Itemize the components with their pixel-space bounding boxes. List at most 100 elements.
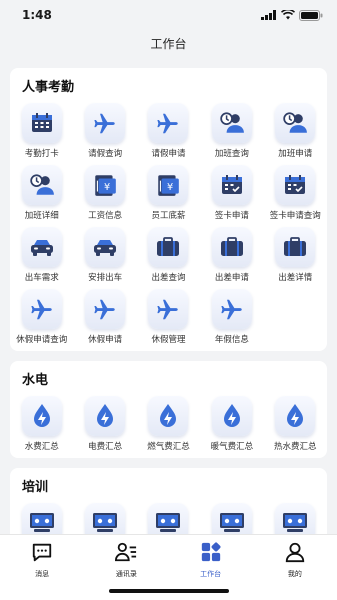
item-label: 安排出车 xyxy=(88,273,123,283)
tab-label: 工作台 xyxy=(200,570,222,578)
svg-text:¥: ¥ xyxy=(168,182,174,193)
workbench-item[interactable] xyxy=(200,503,263,534)
home-indicator xyxy=(108,589,229,593)
item-label: 出差申请 xyxy=(214,273,249,283)
workbench-item[interactable] xyxy=(10,503,73,534)
contacts-icon xyxy=(114,541,138,567)
workbench-item[interactable]: ¥ 工资信息 xyxy=(73,165,136,221)
workbench-item[interactable]: 年假信息 xyxy=(200,289,263,345)
item-label: 签卡申请查询 xyxy=(269,211,321,221)
workbench-item[interactable]: 燃气费汇总 xyxy=(137,396,200,452)
profile-icon xyxy=(284,541,306,567)
item-label: 休假管理 xyxy=(151,335,186,345)
drop-bolt-icon xyxy=(21,396,62,436)
workbench-item[interactable]: 加班查询 xyxy=(200,103,263,159)
calendar-check-icon xyxy=(275,165,316,205)
battery-icon xyxy=(299,9,323,21)
suitcase-icon xyxy=(275,227,316,267)
item-label: 考勤打卡 xyxy=(24,149,59,159)
workbench-item[interactable]: 出差查询 xyxy=(137,227,200,283)
tab-message[interactable]: 消息 xyxy=(0,541,84,600)
training-icon xyxy=(148,503,189,534)
car-icon xyxy=(85,227,126,267)
workbench-content[interactable]: 人事考勤 考勤打卡 请假查询 请假申请 加班查询 加班申请 加班详细 ¥ 工资信息 ¥ 员工底薪 签卡… xyxy=(0,62,337,534)
item-label: 加班详细 xyxy=(24,211,59,221)
drop-bolt-icon xyxy=(275,396,316,436)
section-card: 水电水费汇总 电费汇总 燃气费汇总 暖气费汇总 热水费汇总 xyxy=(10,361,327,458)
workbench-item[interactable]: 出差详情 xyxy=(264,227,327,283)
training-icon xyxy=(275,503,316,534)
plane-icon xyxy=(148,289,189,329)
workbench-item[interactable]: 出差申请 xyxy=(200,227,263,283)
workbench-item[interactable]: ¥ 员工底薪 xyxy=(137,165,200,221)
section-grid: 水费汇总 电费汇总 燃气费汇总 暖气费汇总 热水费汇总 xyxy=(10,396,327,452)
workbench-item[interactable]: 休假申请 xyxy=(73,289,136,345)
item-label: 请假查询 xyxy=(88,149,123,159)
workbench-item[interactable]: 请假查询 xyxy=(73,103,136,159)
item-label: 出差查询 xyxy=(151,273,186,283)
workbench-icon xyxy=(200,541,222,567)
workbench-item[interactable]: 考勤打卡 xyxy=(10,103,73,159)
tab-label: 消息 xyxy=(35,570,50,578)
suitcase-icon xyxy=(211,227,252,267)
tab-label: 我的 xyxy=(287,570,302,578)
workbench-item[interactable]: 签卡申请 xyxy=(200,165,263,221)
workbench-item[interactable]: 电费汇总 xyxy=(73,396,136,452)
calendar-icon xyxy=(21,103,62,143)
section-grid: 考勤打卡 请假查询 请假申请 加班查询 加班申请 加班详细 ¥ 工资信息 ¥ 员工底薪 签卡申请 签卡… xyxy=(10,103,327,345)
plane-icon xyxy=(85,103,126,143)
status-indicators xyxy=(261,9,323,21)
training-icon xyxy=(85,503,126,534)
status-bar: 1:48 xyxy=(0,0,337,30)
workbench-item[interactable]: 加班申请 xyxy=(264,103,327,159)
workbench-item[interactable]: 暖气费汇总 xyxy=(200,396,263,452)
user-clock-icon xyxy=(21,165,62,205)
item-label: 出车需求 xyxy=(24,273,59,283)
item-label: 电费汇总 xyxy=(88,442,123,452)
item-label: 员工底薪 xyxy=(151,211,186,221)
section-title: 人事考勤 xyxy=(22,80,75,95)
tab-profile[interactable]: 我的 xyxy=(253,541,337,600)
payslip-icon: ¥ xyxy=(85,165,126,205)
section-card: 培训 xyxy=(10,468,327,534)
section-card: 人事考勤 考勤打卡 请假查询 请假申请 加班查询 加班申请 加班详细 ¥ 工资信息 ¥ 员工底薪 签卡… xyxy=(10,68,327,351)
workbench-item[interactable] xyxy=(73,503,136,534)
calendar-check-icon xyxy=(211,165,252,205)
payslip-icon: ¥ xyxy=(148,165,189,205)
plane-icon xyxy=(21,289,62,329)
drop-bolt-icon xyxy=(85,396,126,436)
workbench-item[interactable] xyxy=(264,503,327,534)
workbench-item[interactable]: 休假管理 xyxy=(137,289,200,345)
item-label: 暖气费汇总 xyxy=(210,442,254,452)
training-icon xyxy=(211,503,252,534)
plane-icon xyxy=(148,103,189,143)
section-title: 培训 xyxy=(22,480,49,495)
plane-icon xyxy=(85,289,126,329)
item-label: 年假信息 xyxy=(214,335,249,345)
signal-icon xyxy=(261,10,276,20)
status-time: 1:48 xyxy=(22,8,52,22)
item-label: 加班申请 xyxy=(278,149,313,159)
user-clock-icon xyxy=(211,103,252,143)
message-icon xyxy=(31,541,53,567)
item-label: 加班查询 xyxy=(214,149,249,159)
workbench-item[interactable]: 水费汇总 xyxy=(10,396,73,452)
item-label: 签卡申请 xyxy=(214,211,249,221)
training-icon xyxy=(21,503,62,534)
workbench-item[interactable]: 出车需求 xyxy=(10,227,73,283)
workbench-item[interactable]: 请假申请 xyxy=(137,103,200,159)
user-clock-icon xyxy=(275,103,316,143)
workbench-item[interactable]: 安排出车 xyxy=(73,227,136,283)
drop-bolt-icon xyxy=(211,396,252,436)
drop-bolt-icon xyxy=(148,396,189,436)
item-label: 休假申请 xyxy=(88,335,123,345)
workbench-item[interactable]: 休假申请查询 xyxy=(10,289,73,345)
item-label: 出差详情 xyxy=(278,273,313,283)
item-label: 热水费汇总 xyxy=(274,442,317,452)
workbench-item[interactable]: 热水费汇总 xyxy=(264,396,327,452)
section-title: 水电 xyxy=(22,373,49,388)
item-label: 燃气费汇总 xyxy=(147,442,190,452)
workbench-item[interactable] xyxy=(137,503,200,534)
workbench-item[interactable]: 加班详细 xyxy=(10,165,73,221)
workbench-item[interactable]: 签卡申请查询 xyxy=(264,165,327,221)
